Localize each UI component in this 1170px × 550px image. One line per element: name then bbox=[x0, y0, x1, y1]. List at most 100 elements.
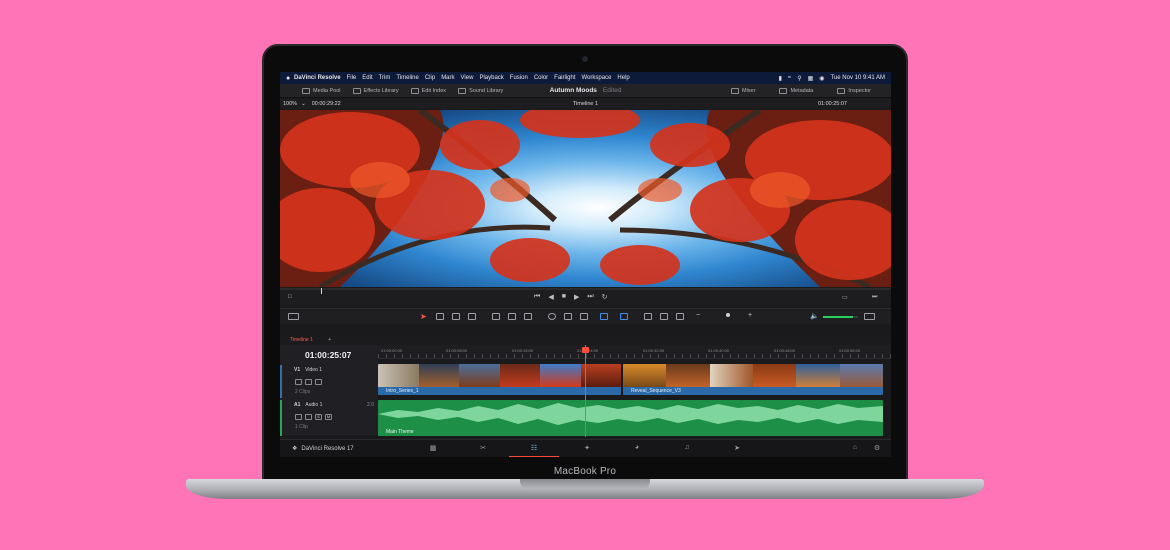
metadata-label: Metadata bbox=[790, 87, 814, 94]
position-lock-icon[interactable] bbox=[580, 313, 588, 320]
solo-button[interactable]: S bbox=[315, 414, 322, 420]
viewer-timeline-name[interactable]: Timeline 1 bbox=[280, 101, 891, 107]
search-icon[interactable]: ⚲ bbox=[797, 75, 801, 82]
macbook-label: MacBook Pro bbox=[553, 466, 617, 477]
audio-track-header[interactable]: A1 Audio 1 2.0 SM 1 Clip bbox=[280, 400, 378, 436]
menu-trim[interactable]: Trim bbox=[379, 75, 391, 81]
mixer-button[interactable]: Mixer bbox=[730, 87, 755, 94]
auto-select-icon[interactable] bbox=[305, 414, 312, 420]
lock-icon[interactable] bbox=[295, 379, 302, 385]
fairlight-page-icon[interactable]: ♫ bbox=[682, 444, 692, 453]
go-to-end-icon[interactable]: ⏭ bbox=[587, 293, 593, 301]
settings-gear-icon[interactable]: ⚙ bbox=[872, 444, 882, 453]
resolve-toolbar: Media Pool Effects Library Edit Index So… bbox=[280, 84, 891, 98]
deliver-page-icon[interactable]: ➤ bbox=[732, 444, 742, 453]
video-track-header[interactable]: V1 Video 1 2 Clips bbox=[280, 365, 378, 398]
go-to-start-icon[interactable]: ⏮ bbox=[534, 293, 540, 301]
ruler-tick: 01:00:08:00 bbox=[446, 348, 468, 353]
trim-tool-icon[interactable] bbox=[436, 313, 444, 320]
cut-page-icon[interactable]: ✂ bbox=[478, 444, 488, 453]
video-track-controls bbox=[295, 379, 322, 385]
zoom-custom-icon[interactable] bbox=[676, 313, 684, 320]
play-reverse-icon[interactable]: ◀ bbox=[548, 293, 553, 301]
menu-view[interactable]: View bbox=[461, 75, 474, 81]
menu-playback[interactable]: Playback bbox=[479, 75, 503, 81]
color-page-icon[interactable]: ◕ bbox=[632, 444, 642, 453]
next-edit-icon[interactable]: ⏭ bbox=[872, 294, 877, 301]
audio-waveform bbox=[378, 403, 883, 425]
track-id: V1 bbox=[294, 367, 301, 373]
loop-icon[interactable]: ↻ bbox=[602, 293, 608, 301]
ruler-marks bbox=[378, 354, 891, 358]
marker-icon[interactable] bbox=[620, 313, 628, 320]
davinci-resolve-window: ● DaVinci Resolve File Edit Trim Timelin… bbox=[280, 72, 891, 457]
playback-buttons: ⏮ ◀ ■ ▶ ⏭ ↻ bbox=[534, 293, 608, 301]
timeline-ruler[interactable]: 01:00:00:00 01:00:08:00 01:00:16:00 01:0… bbox=[378, 345, 891, 359]
linked-selection-icon[interactable] bbox=[564, 313, 572, 320]
menu-color[interactable]: Color bbox=[534, 75, 548, 81]
timeline-view-options-icon[interactable] bbox=[288, 313, 299, 320]
battery-icon[interactable]: ▮ bbox=[779, 75, 782, 82]
dynamic-trim-icon[interactable] bbox=[452, 313, 460, 320]
playhead[interactable] bbox=[582, 345, 589, 437]
overwrite-clip-icon[interactable] bbox=[508, 313, 516, 320]
media-page-icon[interactable]: ▩ bbox=[428, 444, 438, 453]
ruler-tick: 01:00:56:00 bbox=[839, 348, 861, 353]
wifi-icon[interactable]: ≈ bbox=[788, 75, 791, 82]
timeline-tabs: Timeline 1 + bbox=[280, 336, 891, 345]
viewer-header: 100% ⌄ 00:00:29:22 Timeline 1 01:00:25:0… bbox=[280, 99, 891, 109]
insert-clip-icon[interactable] bbox=[492, 313, 500, 320]
metadata-button[interactable]: Metadata bbox=[779, 87, 814, 94]
replace-clip-icon[interactable] bbox=[524, 313, 532, 320]
scrubber-head[interactable] bbox=[321, 288, 322, 294]
menu-edit[interactable]: Edit bbox=[362, 75, 372, 81]
menu-fusion[interactable]: Fusion bbox=[510, 75, 528, 81]
inspector-button[interactable]: Inspector bbox=[837, 87, 871, 94]
zoom-slider[interactable] bbox=[726, 313, 730, 317]
viewer-options-icon[interactable]: □ bbox=[288, 294, 292, 300]
zoom-detail-icon[interactable] bbox=[660, 313, 668, 320]
zoom-full-icon[interactable] bbox=[644, 313, 652, 320]
menu-help[interactable]: Help bbox=[617, 75, 629, 81]
video-viewer[interactable] bbox=[280, 110, 891, 287]
edit-page-icon[interactable]: ☷ bbox=[529, 444, 539, 453]
disable-track-icon[interactable] bbox=[315, 379, 322, 385]
menu-fairlight[interactable]: Fairlight bbox=[554, 75, 575, 81]
video-clip-reveal[interactable]: Reveal_Sequence_V3 bbox=[623, 364, 883, 395]
apple-icon[interactable]: ● bbox=[286, 75, 294, 82]
selection-tool-icon[interactable]: ➤ bbox=[420, 313, 428, 321]
dim-audio-icon[interactable] bbox=[864, 313, 875, 320]
menu-mark[interactable]: Mark bbox=[441, 75, 454, 81]
viewer-scrubber[interactable] bbox=[280, 288, 891, 294]
add-timeline-icon[interactable]: + bbox=[328, 337, 331, 343]
clip-count: 2 Clips bbox=[295, 389, 311, 395]
fusion-page-icon[interactable]: ✦ bbox=[582, 444, 592, 453]
speaker-icon[interactable]: 🔈 bbox=[810, 312, 819, 320]
home-icon[interactable]: ⌂ bbox=[850, 444, 860, 453]
menu-app-name[interactable]: DaVinci Resolve bbox=[294, 75, 341, 81]
control-center-icon[interactable]: ▦ bbox=[808, 75, 814, 82]
tab-timeline-1[interactable]: Timeline 1 bbox=[290, 337, 313, 343]
lock-icon[interactable] bbox=[295, 414, 302, 420]
timeline-area[interactable]: 01:00:00:00 01:00:08:00 01:00:16:00 01:0… bbox=[378, 345, 891, 437]
mute-button[interactable]: M bbox=[325, 414, 332, 420]
snapping-icon[interactable] bbox=[548, 313, 556, 320]
master-volume-slider[interactable] bbox=[823, 316, 858, 318]
transport-controls: □ ⏮ ◀ ■ ▶ ⏭ ↻ ▭ ⏭ bbox=[280, 288, 891, 306]
menu-file[interactable]: File bbox=[347, 75, 357, 81]
menubar-clock[interactable]: Tue Nov 10 9:41 AM bbox=[831, 75, 885, 82]
menu-workspace[interactable]: Workspace bbox=[582, 75, 612, 81]
track-color-bar bbox=[280, 400, 282, 436]
zoom-in-icon[interactable]: + bbox=[748, 312, 752, 319]
flag-icon[interactable] bbox=[600, 313, 608, 320]
play-icon[interactable]: ▶ bbox=[574, 293, 579, 301]
fullscreen-icon[interactable]: ▭ bbox=[842, 294, 848, 301]
siri-icon[interactable]: ◉ bbox=[819, 75, 824, 82]
zoom-out-icon[interactable]: − bbox=[696, 312, 700, 319]
blade-tool-icon[interactable] bbox=[468, 313, 476, 320]
stop-icon[interactable]: ■ bbox=[562, 293, 566, 301]
menu-clip[interactable]: Clip bbox=[425, 75, 435, 81]
menu-timeline[interactable]: Timeline bbox=[396, 75, 418, 81]
audio-clip-main-theme[interactable]: Main Theme bbox=[378, 400, 883, 436]
auto-select-icon[interactable] bbox=[305, 379, 312, 385]
